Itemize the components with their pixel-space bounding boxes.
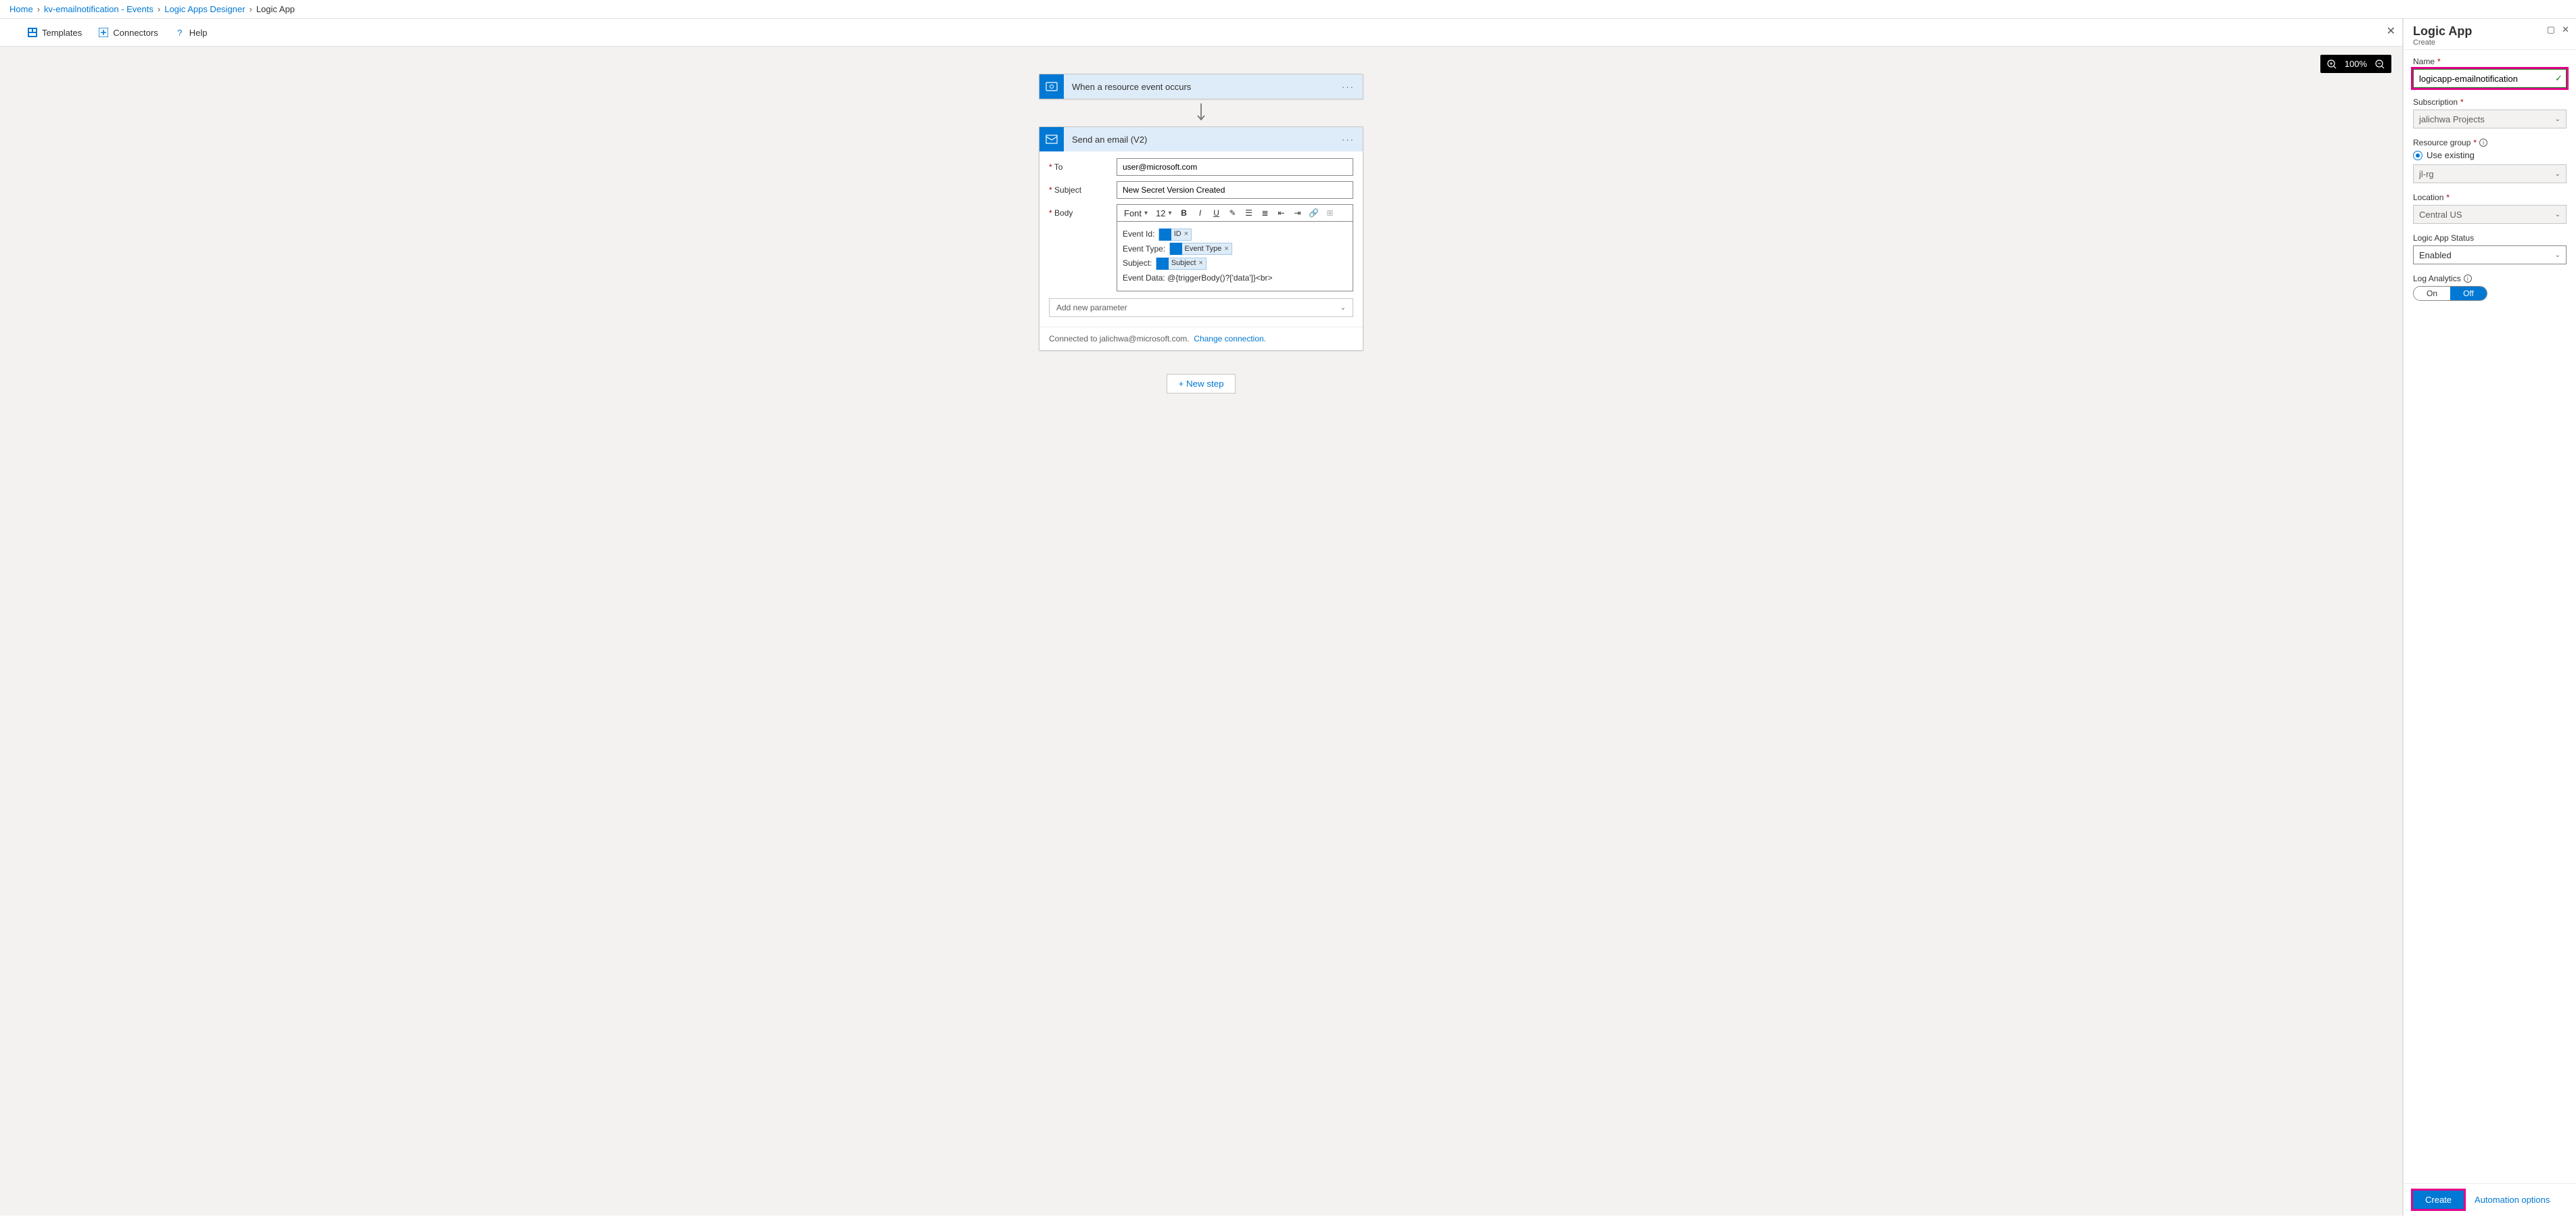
help-button[interactable]: ? Help xyxy=(174,27,208,38)
more-icon[interactable]: ··· xyxy=(1334,135,1363,145)
email-action-card: Send an email (V2) ··· To Subject Body xyxy=(1039,126,1363,351)
zoom-out-icon[interactable] xyxy=(2375,59,2385,69)
link-icon[interactable]: 🔗 xyxy=(1307,206,1321,220)
info-icon[interactable]: i xyxy=(2464,275,2472,283)
info-icon[interactable]: i xyxy=(2479,139,2487,147)
email-card-header[interactable]: Send an email (V2) ··· xyxy=(1039,127,1363,151)
chevron-right-icon: › xyxy=(249,4,252,14)
panel-title: Logic App xyxy=(2413,24,2567,39)
designer-canvas: 100% When a resource event occurs ··· xyxy=(0,47,2402,1216)
restore-icon[interactable]: ▢ xyxy=(2547,24,2555,35)
zoom-level: 100% xyxy=(2345,59,2367,69)
indent-icon[interactable]: ⇥ xyxy=(1291,206,1305,220)
radio-checked-icon xyxy=(2413,151,2422,160)
log-analytics-toggle[interactable]: On Off xyxy=(2413,286,2487,301)
panel-subtitle: Create xyxy=(2413,39,2567,47)
outlook-icon xyxy=(1039,127,1064,151)
chevron-down-icon: ⌄ xyxy=(2555,211,2560,218)
location-label: Location xyxy=(2413,193,2443,202)
remove-token-icon[interactable]: × xyxy=(1221,243,1228,256)
chevron-down-icon: ⌄ xyxy=(2555,116,2560,123)
outdent-icon[interactable]: ⇤ xyxy=(1275,206,1288,220)
breadcrumb-home[interactable]: Home xyxy=(9,4,33,14)
numbered-list-icon[interactable]: ≣ xyxy=(1259,206,1272,220)
body-label: Body xyxy=(1049,204,1117,218)
chevron-down-icon: ⌄ xyxy=(2555,252,2560,259)
connectors-button[interactable]: Connectors xyxy=(98,27,158,38)
token-id[interactable]: ID× xyxy=(1158,229,1192,241)
name-field[interactable] xyxy=(2413,69,2567,88)
underline-icon[interactable]: U xyxy=(1210,206,1223,220)
bullets-icon[interactable]: ☰ xyxy=(1242,206,1256,220)
use-existing-radio[interactable]: Use existing xyxy=(2413,150,2567,160)
automation-options-link[interactable]: Automation options xyxy=(2475,1195,2550,1205)
change-connection-link[interactable]: Change connection. xyxy=(1194,334,1266,343)
trigger-card[interactable]: When a resource event occurs ··· xyxy=(1039,74,1363,99)
remove-token-icon[interactable]: × xyxy=(1181,228,1188,241)
create-button[interactable]: Create xyxy=(2413,1191,2464,1209)
new-step-button[interactable]: + New step xyxy=(1167,374,1235,393)
body-editor[interactable]: Event Id: ID× Event Type: Event Type× Su… xyxy=(1117,221,1353,291)
create-panel: ▢ ✕ Logic App Create Name* ✓ Subscriptio… xyxy=(2403,19,2576,1216)
chevron-right-icon: › xyxy=(158,4,160,14)
trigger-title: When a resource event occurs xyxy=(1064,82,1334,92)
richtext-toolbar: Font▾ 12▾ B I U ✎ ☰ ≣ ⇤ ⇥ 🔗 xyxy=(1117,204,1353,221)
resource-group-label: Resource group xyxy=(2413,138,2470,147)
designer-toolbar: Templates Connectors ? Help xyxy=(0,19,2402,47)
bold-icon[interactable]: B xyxy=(1177,206,1191,220)
breadcrumb: Home › kv-emailnotification - Events › L… xyxy=(0,0,2576,19)
breadcrumb-current: Logic App xyxy=(256,4,295,14)
close-icon[interactable]: ✕ xyxy=(2562,24,2569,35)
chevron-down-icon: ⌄ xyxy=(1340,304,1346,312)
zoom-bar: 100% xyxy=(2320,55,2391,73)
name-label: Name xyxy=(2413,57,2435,66)
location-select[interactable]: Central US⌄ xyxy=(2413,205,2567,224)
breadcrumb-designer[interactable]: Logic Apps Designer xyxy=(164,4,245,14)
templates-label: Templates xyxy=(42,28,82,38)
email-card-title: Send an email (V2) xyxy=(1064,135,1334,145)
check-icon: ✓ xyxy=(2555,73,2562,84)
templates-icon xyxy=(27,27,38,38)
breadcrumb-kv-events[interactable]: kv-emailnotification - Events xyxy=(44,4,154,14)
token-event-type[interactable]: Event Type× xyxy=(1169,243,1232,255)
subject-label: Subject xyxy=(1049,181,1117,195)
remove-token-icon[interactable]: × xyxy=(1196,257,1202,270)
chevron-down-icon: ⌄ xyxy=(2555,170,2560,178)
edit-icon[interactable]: ✎ xyxy=(1226,206,1240,220)
resource-group-select[interactable]: jl-rg⌄ xyxy=(2413,164,2567,183)
templates-button[interactable]: Templates xyxy=(27,27,82,38)
connectors-label: Connectors xyxy=(113,28,158,38)
help-label: Help xyxy=(189,28,208,38)
to-field[interactable] xyxy=(1117,158,1353,176)
close-icon[interactable]: ✕ xyxy=(2387,24,2395,38)
image-icon[interactable]: ⊞ xyxy=(1324,206,1337,220)
status-select[interactable]: Enabled⌄ xyxy=(2413,245,2567,264)
more-icon[interactable]: ··· xyxy=(1334,82,1363,92)
connectors-icon xyxy=(98,27,109,38)
log-analytics-label: Log Analytics xyxy=(2413,274,2461,283)
status-label: Logic App Status xyxy=(2413,233,2474,243)
italic-icon[interactable]: I xyxy=(1194,206,1207,220)
font-select[interactable]: Font▾ xyxy=(1121,207,1150,220)
connection-footer: Connected to jalichwa@microsoft.com. Cha… xyxy=(1039,327,1363,350)
designer-area: ✕ Templates Connectors ? Help xyxy=(0,19,2403,1216)
zoom-in-icon[interactable] xyxy=(2327,59,2337,69)
help-icon: ? xyxy=(174,27,185,38)
token-subject[interactable]: Subject× xyxy=(1156,258,1207,270)
subscription-label: Subscription xyxy=(2413,97,2458,107)
toggle-on: On xyxy=(2414,287,2450,300)
subject-field[interactable] xyxy=(1117,181,1353,199)
flow-arrow-icon xyxy=(1196,103,1207,122)
to-label: To xyxy=(1049,158,1117,172)
eventgrid-icon xyxy=(1039,74,1064,99)
add-parameter-select[interactable]: Add new parameter ⌄ xyxy=(1049,298,1353,317)
subscription-select[interactable]: jalichwa Projects⌄ xyxy=(2413,110,2567,128)
chevron-right-icon: › xyxy=(37,4,40,14)
fontsize-select[interactable]: 12▾ xyxy=(1153,207,1175,220)
toggle-off: Off xyxy=(2450,287,2487,300)
